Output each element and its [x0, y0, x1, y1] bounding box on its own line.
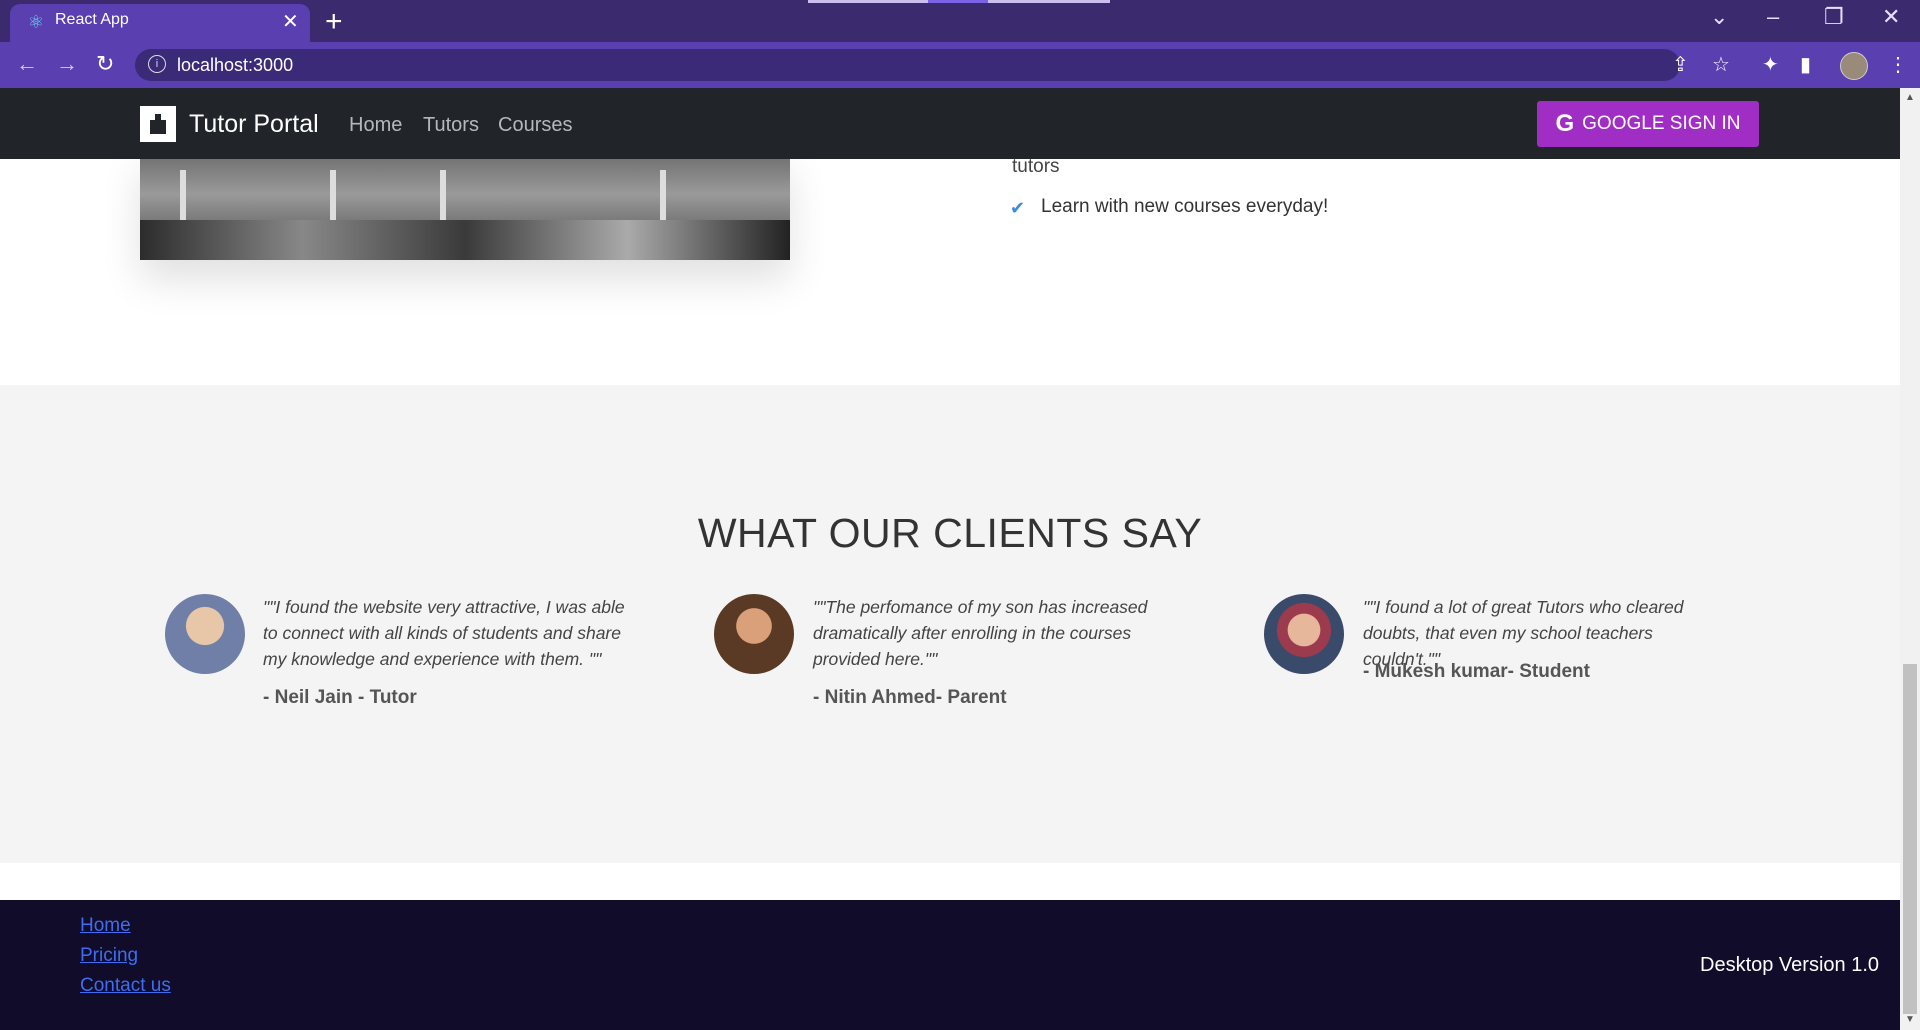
- scroll-up-icon[interactable]: ▲: [1905, 92, 1915, 103]
- minimize-icon[interactable]: –: [1767, 4, 1779, 30]
- nav-home[interactable]: Home: [349, 114, 402, 137]
- reload-icon[interactable]: ↻: [96, 51, 114, 77]
- hero-feature-item: Learn with new courses everyday!: [1041, 196, 1329, 217]
- browser-menu-icon[interactable]: ⋮: [1888, 52, 1908, 77]
- nav-tutors[interactable]: Tutors: [423, 114, 479, 137]
- testimonial-quote: ""The perfomance of my son has increased…: [813, 597, 1148, 669]
- tab-title: React App: [55, 11, 129, 28]
- site-info-icon[interactable]: i: [148, 55, 166, 73]
- window-close-icon[interactable]: ✕: [1882, 4, 1900, 30]
- google-signin-button[interactable]: G GOOGLE SIGN IN: [1537, 101, 1759, 147]
- testimonial-quote: ""I found the website very attractive, I…: [263, 597, 625, 669]
- brand-logo-icon[interactable]: [140, 106, 176, 142]
- url-text[interactable]: localhost:3000: [177, 55, 293, 76]
- react-favicon-icon: ⚛: [27, 12, 45, 32]
- extensions-icon[interactable]: ✦: [1762, 52, 1779, 77]
- testimonial-author: - Neil Jain - Tutor: [263, 687, 417, 708]
- scrollbar-thumb[interactable]: [1903, 664, 1917, 1014]
- side-panel-icon[interactable]: ▮: [1800, 52, 1811, 77]
- new-tab-button[interactable]: +: [325, 5, 343, 39]
- hero-image: [140, 150, 790, 260]
- footer: [0, 900, 1900, 1030]
- address-bar[interactable]: [135, 49, 1680, 81]
- footer-link-home[interactable]: Home: [80, 915, 131, 937]
- nav-courses[interactable]: Courses: [498, 114, 572, 137]
- tab-strip-highlight-accent: [928, 0, 988, 3]
- testimonial-avatar: [165, 594, 245, 674]
- forward-icon[interactable]: →: [56, 51, 78, 77]
- google-icon: G: [1555, 110, 1575, 137]
- restore-icon[interactable]: ❐: [1824, 4, 1844, 30]
- testimonial-avatar: [714, 594, 794, 674]
- tab-search-icon[interactable]: ⌄: [1710, 4, 1728, 30]
- footer-link-contact[interactable]: Contact us: [80, 975, 171, 997]
- version-label: Desktop Version 1.0: [1700, 954, 1879, 976]
- brand-name[interactable]: Tutor Portal: [189, 110, 319, 139]
- profile-avatar-icon[interactable]: [1840, 52, 1868, 80]
- share-icon[interactable]: ⇪: [1672, 52, 1689, 77]
- tab-close-icon[interactable]: ✕: [282, 9, 299, 34]
- testimonial-author: - Nitin Ahmed- Parent: [813, 687, 1007, 708]
- testimonials-title: WHAT OUR CLIENTS SAY: [697, 510, 1203, 556]
- hero-text-fragment: tutors: [1012, 156, 1060, 177]
- bookmark-star-icon[interactable]: ☆: [1712, 52, 1730, 77]
- back-icon[interactable]: ←: [16, 51, 38, 77]
- testimonial-avatar: [1264, 594, 1344, 674]
- google-signin-label: GOOGLE SIGN IN: [1582, 113, 1741, 134]
- check-icon: ✔: [1010, 198, 1026, 218]
- scroll-down-icon[interactable]: ▼: [1905, 1014, 1915, 1025]
- testimonial-author: - Mukesh kumar- Student: [1363, 661, 1590, 682]
- footer-link-pricing[interactable]: Pricing: [80, 945, 138, 967]
